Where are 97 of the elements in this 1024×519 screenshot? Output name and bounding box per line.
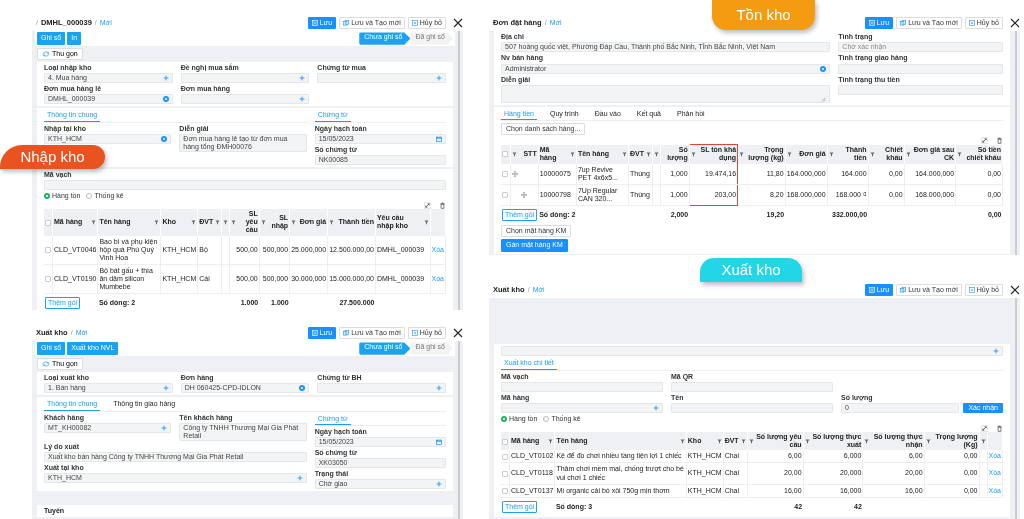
filter-icon[interactable] [804, 438, 810, 444]
filter-icon[interactable] [957, 151, 963, 157]
section-badge: Xuất kho [700, 258, 802, 282]
row-checkbox[interactable] [45, 246, 51, 253]
copy-icon [900, 20, 907, 27]
expand-icon[interactable] [424, 202, 431, 210]
trash-icon[interactable] [439, 202, 446, 210]
filter-icon[interactable] [291, 219, 297, 225]
expand-icon[interactable] [981, 425, 988, 433]
filter-icon[interactable] [512, 151, 518, 157]
plus-icon[interactable] [161, 424, 168, 431]
input-field[interactable] [501, 346, 1003, 357]
clear-icon[interactable] [162, 96, 169, 103]
filter-icon[interactable] [905, 151, 911, 157]
filter-icon[interactable] [91, 219, 97, 225]
row-checkbox[interactable] [502, 453, 508, 460]
input-field[interactable] [671, 381, 833, 392]
filter-icon[interactable] [828, 151, 834, 157]
refresh-icon [42, 50, 50, 57]
copy-icon [900, 287, 907, 294]
input-field[interactable] [501, 381, 663, 392]
plus-icon[interactable] [436, 481, 442, 488]
row-checkbox[interactable] [45, 275, 51, 282]
filter-icon[interactable] [548, 438, 554, 444]
drag-handle-icon[interactable] [512, 170, 519, 177]
plus-icon[interactable] [299, 75, 306, 82]
input-field[interactable] [501, 402, 663, 413]
filter-icon[interactable] [329, 219, 335, 225]
clear-icon[interactable] [820, 65, 827, 72]
scrollbar[interactable] [1015, 31, 1017, 255]
input-field[interactable] [180, 94, 310, 105]
save-icon [311, 20, 318, 27]
filter-icon[interactable] [622, 151, 628, 157]
row-checkbox[interactable] [502, 191, 508, 198]
scrollbar[interactable] [458, 341, 460, 519]
row-checkbox[interactable] [502, 487, 508, 494]
plus-icon[interactable] [296, 474, 303, 481]
input-field[interactable] [671, 402, 833, 413]
filter-icon[interactable] [260, 219, 266, 225]
filter-icon[interactable] [739, 151, 745, 157]
filter-icon[interactable] [423, 219, 429, 225]
scrollbar[interactable] [1015, 298, 1017, 519]
clear-icon[interactable] [161, 135, 168, 142]
row-checkbox[interactable] [502, 170, 508, 177]
filter-icon[interactable] [980, 438, 986, 444]
input-field[interactable] [838, 63, 1003, 74]
filter-icon[interactable] [690, 151, 696, 157]
section-badge: Nhập kho [0, 145, 105, 169]
refresh-icon [42, 360, 50, 367]
filter-icon[interactable] [864, 438, 870, 444]
plus-icon[interactable] [436, 385, 442, 392]
filter-icon[interactable] [569, 151, 575, 157]
save-icon [868, 20, 875, 27]
plus-icon[interactable] [299, 96, 306, 103]
filter-icon[interactable] [869, 151, 875, 157]
close-icon[interactable] [453, 328, 463, 339]
input-field[interactable] [44, 180, 446, 190]
filter-icon[interactable] [679, 438, 685, 444]
plus-icon[interactable] [653, 404, 659, 411]
input-field[interactable] [317, 383, 446, 394]
filter-icon[interactable] [154, 219, 160, 225]
header-checkbox[interactable] [502, 438, 508, 445]
calendar-icon[interactable] [436, 439, 442, 446]
filter-icon[interactable] [191, 219, 197, 225]
scrollbar[interactable] [458, 31, 460, 310]
header-checkbox[interactable] [45, 219, 51, 226]
close-icon[interactable] [1010, 285, 1020, 296]
copy-icon [343, 20, 350, 27]
copy-icon [343, 330, 350, 337]
row-checkbox[interactable] [502, 470, 508, 477]
calendar-icon[interactable] [436, 135, 442, 142]
plus-icon[interactable] [993, 348, 999, 355]
plus-icon[interactable] [162, 75, 169, 82]
section-badge: Tồn kho [712, 0, 815, 30]
filter-icon[interactable] [786, 151, 792, 157]
save-icon [311, 330, 318, 337]
cancel-icon [968, 287, 975, 294]
trash-icon[interactable] [996, 425, 1003, 433]
input-field[interactable] [838, 84, 1003, 95]
close-icon[interactable] [453, 18, 463, 29]
resize-handle-icon[interactable] [820, 95, 827, 102]
header-checkbox[interactable] [502, 151, 508, 158]
filter-icon[interactable] [925, 438, 931, 444]
trash-icon[interactable] [996, 137, 1003, 145]
save-icon [868, 287, 875, 294]
cancel-icon [968, 20, 975, 27]
plus-icon[interactable] [436, 75, 442, 82]
input-field[interactable] [180, 73, 310, 84]
expand-icon[interactable] [981, 137, 988, 145]
filter-icon[interactable] [716, 438, 722, 444]
drag-handle-icon[interactable] [521, 191, 528, 198]
input-field[interactable] [317, 73, 446, 84]
cancel-icon [411, 330, 418, 337]
plus-icon[interactable] [162, 385, 169, 392]
close-icon[interactable] [1010, 18, 1020, 29]
clear-icon[interactable] [299, 385, 306, 392]
cancel-icon [411, 20, 418, 27]
